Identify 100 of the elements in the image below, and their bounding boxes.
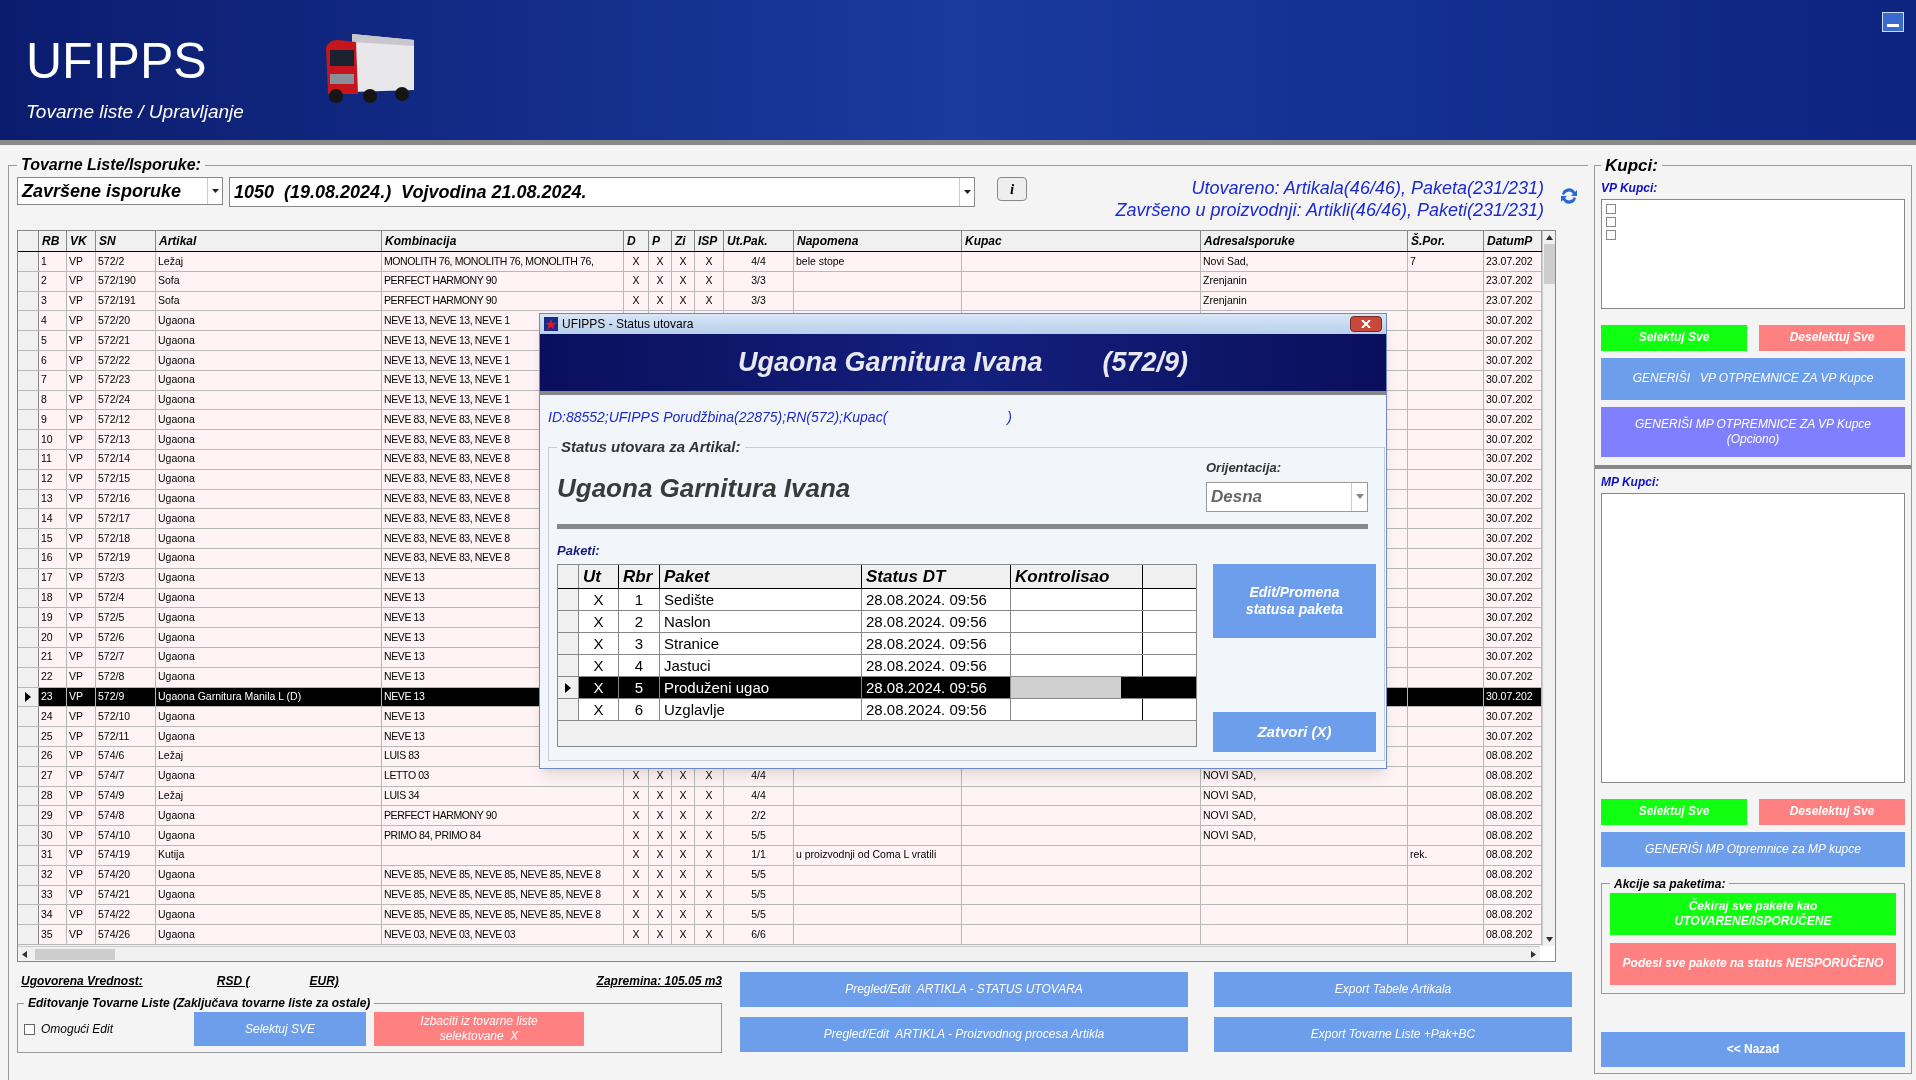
table-cell: VP [67,449,96,469]
table-cell: 572/16 [96,489,156,509]
table-cell: X [624,291,649,311]
table-cell: LUIS 34 [382,786,624,806]
table-cell: 574/19 [96,845,156,865]
table-cell: X [695,786,724,806]
table-cell: 572/8 [96,667,156,687]
table-cell: 572/190 [96,271,156,291]
table-cell: 572/11 [96,727,156,746]
table-cell: 572/18 [96,529,156,548]
grid-cell: Naslon [660,611,862,633]
table-cell: 22 [39,667,67,687]
table-cell: VP [67,766,96,786]
table-cell: X [695,845,724,865]
table-cell: X [695,252,724,271]
table-cell: X [624,865,649,885]
table-cell: 572/13 [96,430,156,449]
table-cell: 10 [39,430,67,449]
table-cell: Ugaona [156,727,382,746]
grid-cell: X [579,589,619,611]
table-cell: X [672,885,695,905]
table-cell: Kutija [156,845,382,865]
orientation-label: Orijentacija: [1206,459,1283,478]
lists-legend: Tovarne Liste/Isporuke: [17,153,205,177]
contract-value-rsd: RSD ( [216,973,250,990]
table-cell: 15 [39,529,67,548]
table-cell: Sofa [156,271,382,291]
table-cell: 3/3 [724,271,794,291]
table-cell: X [649,905,672,925]
table-cell: X [695,885,724,905]
table-cell: Ugaona [156,647,382,667]
table-cell: VP [67,331,96,350]
table-cell: X [695,271,724,291]
grid-cell: Uzglavlje [660,699,862,721]
table-cell: 31 [39,845,67,865]
table-cell: 13 [39,489,67,509]
vp-customers-label: VP Kupci: [1601,179,1659,197]
table-cell: VP [67,647,96,667]
table-cell: 17 [39,568,67,588]
table-cell: VP [67,291,96,311]
table-cell: Ugaona [156,707,382,727]
production-status: Završeno u proizvodnji: Artikli(46/46), Paketi(231/231) [1115,199,1544,221]
table-cell: Zrenjanin [1201,291,1408,311]
table-cell: Ugaona [156,529,382,548]
table-cell: VP [67,390,96,410]
table-cell: 27 [39,766,67,786]
table-cell: 24 [39,707,67,727]
table-cell: NOVI SAD, [1201,786,1408,806]
info-text-end: ) [1007,407,1012,427]
table-cell: 572/4 [96,588,156,608]
table-cell: Ugaona [156,925,382,944]
grid-cell: 3 [619,633,660,655]
table-cell: NEVE 85, NEVE 85, NEVE 85, NEVE 85, NEVE 8 [382,885,624,905]
table-cell: X [695,806,724,826]
table-cell: X [649,271,672,291]
banner-code: (572/9) [1102,346,1189,380]
table-cell: Zrenjanin [1201,271,1408,291]
table-cell: VP [67,885,96,905]
table-cell: VP [67,707,96,727]
table-cell: X [672,786,695,806]
table-cell: 572/12 [96,410,156,430]
table-cell: X [649,786,672,806]
table-cell: X [649,826,672,845]
table-cell: Ugaona [156,430,382,449]
table-cell: Ugaona [156,568,382,588]
table-cell: X [672,291,695,311]
table-cell: 6/6 [724,925,794,944]
table-cell: VP [67,608,96,628]
table-cell: 574/26 [96,925,156,944]
table-cell: VP [67,786,96,806]
app-title: UFIPPS [26,36,208,86]
table-cell: X [649,252,672,271]
table-cell: 5/5 [724,865,794,885]
table-cell: X [649,925,672,944]
table-cell: X [672,905,695,925]
table-cell: Ugaona [156,469,382,489]
table-cell: VP [67,509,96,529]
table-cell: Ugaona [156,628,382,647]
table-cell: VP [67,667,96,687]
table-cell: u proizvodnji od Coma L vratili [794,845,962,865]
table-cell: 3/3 [724,291,794,311]
table-cell: X [695,865,724,885]
table-cell: 572/10 [96,707,156,727]
table-cell: VP [67,370,96,390]
table-cell: X [624,826,649,845]
table-cell: 2 [39,271,67,291]
edit-group-title: Editovanje Tovarne Liste (Zaključava tovarne liste za ostale) [27,995,372,1012]
table-cell: 28 [39,786,67,806]
grid-cell: Stranice [660,633,862,655]
table-cell: NEVE 85, NEVE 85, NEVE 85, NEVE 85, NEVE 8 [382,905,624,925]
table-cell: X [649,291,672,311]
grid-cell: X [579,699,619,721]
table-cell: 7 [1408,252,1484,271]
table-cell: VP [67,489,96,509]
grid-cell: Sedište [660,589,862,611]
table-cell: 8 [39,390,67,410]
table-cell: PERFECT HARMONY 90 [382,271,624,291]
table-cell: Ugaona Garnitura Manila L (D) [156,687,382,707]
table-cell: 572/19 [96,548,156,568]
grid-cell: 5 [619,677,660,699]
